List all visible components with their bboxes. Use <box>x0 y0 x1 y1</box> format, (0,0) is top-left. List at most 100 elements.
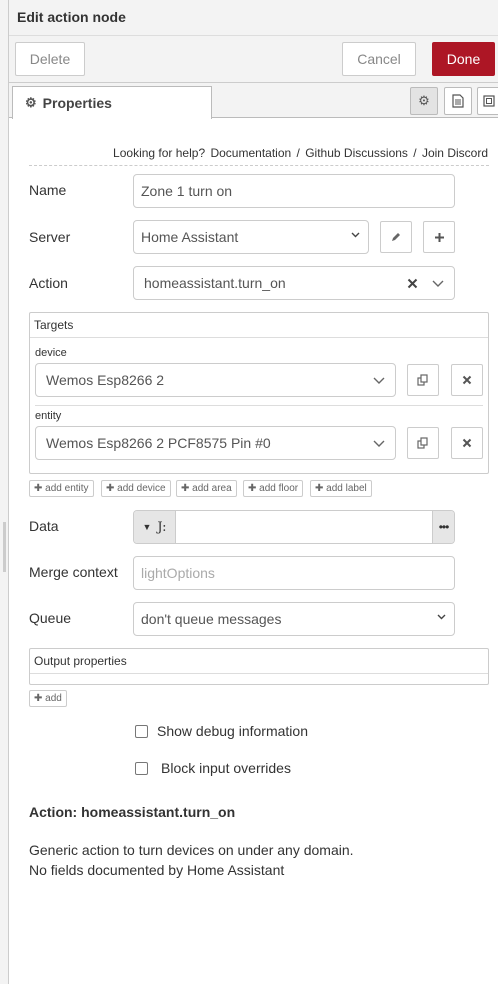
server-select[interactable]: Home Assistant <box>133 220 369 254</box>
name-input[interactable]: Zone 1 turn on <box>133 174 455 208</box>
done-button[interactable]: Done <box>432 42 495 76</box>
targets-header: Targets <box>30 313 488 338</box>
debug-checkbox[interactable] <box>135 725 148 738</box>
merge-context-placeholder: lightOptions <box>141 565 215 581</box>
action-info-title: Action: homeassistant.turn_on <box>29 804 236 820</box>
add-floor-label: add floor <box>259 483 299 494</box>
gear-icon: ⚙ <box>25 95 37 110</box>
frame-icon <box>483 95 495 107</box>
github-discussions-link[interactable]: Github Discussions <box>305 146 408 160</box>
add-area-label: add area <box>192 483 232 494</box>
output-properties-box: Output properties <box>29 648 489 685</box>
debug-checkbox-label: Show debug information <box>157 723 308 739</box>
targets-divider <box>35 405 483 406</box>
device-select-value: Wemos Esp8266 2 <box>46 372 165 388</box>
plus-icon: ✚ <box>248 483 257 494</box>
help-separator: / <box>413 146 417 160</box>
chevron-down-icon <box>351 232 360 238</box>
chevron-down-icon <box>437 614 446 620</box>
description-tab-button[interactable] <box>444 87 472 115</box>
name-label: Name <box>29 182 67 198</box>
help-links: Looking for help? Documentation / Github… <box>112 146 489 160</box>
entity-select[interactable]: Wemos Esp8266 2 PCF8575 Pin #0 <box>35 426 396 460</box>
pencil-icon <box>392 233 400 241</box>
copy-device-button[interactable] <box>407 364 439 396</box>
entity-select-value: Wemos Esp8266 2 PCF8575 Pin #0 <box>46 435 271 451</box>
join-discord-link[interactable]: Join Discord <box>422 146 488 160</box>
copy-icon <box>417 437 428 449</box>
block-input-checkbox[interactable] <box>135 762 148 775</box>
type-selector[interactable]: ▼ J: <box>134 511 176 543</box>
device-select[interactable]: Wemos Esp8266 2 <box>35 363 396 397</box>
add-output-button[interactable]: ✚ add <box>29 690 67 707</box>
merge-context-label: Merge context <box>29 564 118 580</box>
plus-icon: ✚ <box>315 483 324 494</box>
tray-title: Edit action node <box>17 9 126 25</box>
clear-icon[interactable] <box>407 278 418 289</box>
chevron-down-icon <box>373 440 385 447</box>
resize-handle[interactable] <box>3 522 6 572</box>
button-bar: Delete Cancel Done <box>9 36 498 83</box>
copy-icon <box>417 374 428 386</box>
divider <box>29 165 489 166</box>
ellipsis-icon: ••• <box>438 520 450 534</box>
documentation-link[interactable]: Documentation <box>210 146 291 160</box>
queue-label: Queue <box>29 610 72 626</box>
data-label: Data <box>29 518 59 534</box>
tray-header: Edit action node <box>9 0 498 36</box>
plus-icon: ✚ <box>34 483 43 494</box>
add-device-button[interactable]: ✚ add device <box>101 480 171 497</box>
left-rail <box>0 0 9 984</box>
device-label: device <box>35 347 67 359</box>
tab-properties-label: Properties <box>42 95 112 111</box>
action-select[interactable]: homeassistant.turn_on <box>133 266 455 300</box>
add-area-button[interactable]: ✚ add area <box>176 480 237 497</box>
edit-server-button[interactable] <box>380 221 412 253</box>
add-entity-button[interactable]: ✚ add entity <box>29 480 94 497</box>
close-icon <box>462 375 472 385</box>
expand-editor-button[interactable]: ••• <box>432 511 454 543</box>
entity-label: entity <box>35 410 62 422</box>
help-separator: / <box>296 146 300 160</box>
add-entity-label: add entity <box>45 483 89 494</box>
add-floor-button[interactable]: ✚ add floor <box>243 480 304 497</box>
output-properties-header: Output properties <box>30 649 488 674</box>
queue-select[interactable]: don't queue messages <box>133 602 455 636</box>
server-label: Server <box>29 229 71 245</box>
chevron-down-icon <box>432 280 444 287</box>
cancel-button[interactable]: Cancel <box>342 42 416 76</box>
appearance-tab-button[interactable] <box>477 87 498 115</box>
add-output-label: add <box>45 693 62 704</box>
action-info-note: No fields documented by Home Assistant <box>29 862 285 878</box>
caret-down-icon: ▼ <box>142 522 152 532</box>
json-type-icon: J: <box>157 519 167 535</box>
plus-icon: ✚ <box>106 483 115 494</box>
node-properties-tab-button[interactable]: ⚙ <box>410 87 438 115</box>
close-icon <box>462 438 472 448</box>
document-icon <box>452 94 464 108</box>
add-server-button[interactable] <box>423 221 455 253</box>
remove-device-button[interactable] <box>451 364 483 396</box>
queue-select-value: don't queue messages <box>141 611 282 627</box>
tab-bar: ⚙ Properties ⚙ <box>9 83 498 119</box>
help-prefix: Looking for help? <box>113 146 206 160</box>
delete-button[interactable]: Delete <box>15 42 85 76</box>
action-info-description: Generic action to turn devices on under … <box>29 842 354 858</box>
add-device-label: add device <box>117 483 166 494</box>
gear-icon: ⚙ <box>418 93 430 108</box>
remove-entity-button[interactable] <box>451 427 483 459</box>
name-input-value: Zone 1 turn on <box>141 183 233 199</box>
add-label-label: add label <box>326 483 367 494</box>
plus-icon <box>434 232 444 242</box>
merge-context-input[interactable]: lightOptions <box>133 556 455 590</box>
chevron-down-icon <box>373 377 385 384</box>
plus-icon: ✚ <box>181 483 190 494</box>
action-label: Action <box>29 275 68 291</box>
server-select-value: Home Assistant <box>141 229 239 245</box>
add-label-button[interactable]: ✚ add label <box>310 480 372 497</box>
block-input-checkbox-label: Block input overrides <box>161 760 291 776</box>
data-typed-input[interactable]: ▼ J: ••• <box>133 510 455 544</box>
copy-entity-button[interactable] <box>407 427 439 459</box>
action-select-value: homeassistant.turn_on <box>144 275 286 291</box>
tab-properties[interactable]: ⚙ Properties <box>12 86 212 119</box>
